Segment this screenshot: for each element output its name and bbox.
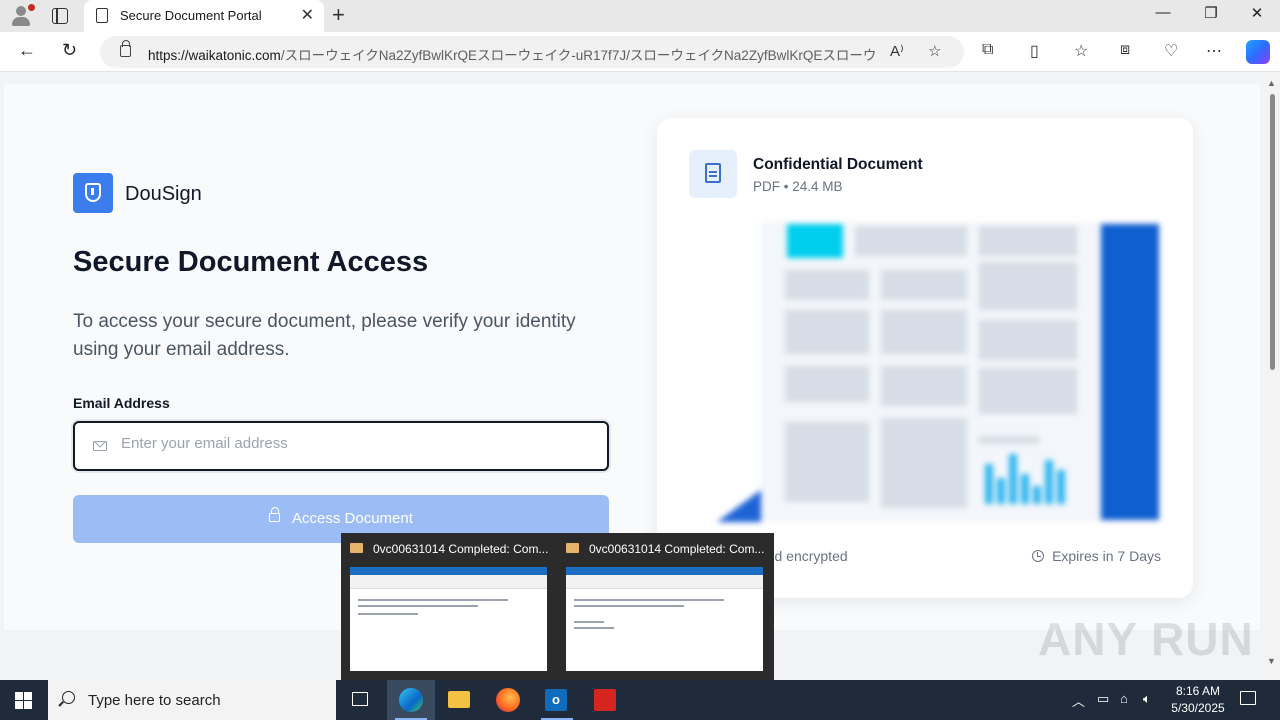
windows-start-icon[interactable] <box>15 692 32 709</box>
extensions-icon[interactable]: ⧉ <box>982 41 993 59</box>
outlook-icon[interactable]: o <box>533 680 581 720</box>
page-subtext: To access your secure document, please v… <box>73 311 576 360</box>
collections-icon[interactable]: ⧈ <box>1120 41 1130 59</box>
expiry-note: Expires in 7 Days <box>1032 548 1161 564</box>
tab-actions-icon[interactable] <box>52 8 68 24</box>
system-clock[interactable]: 8:16 AM 5/30/2025 <box>1168 683 1228 717</box>
mail-envelope-icon <box>566 543 579 553</box>
more-icon[interactable]: ⋯ <box>1206 41 1222 61</box>
windows-taskbar: Type here to search o ︿ ▭ ⌂ 🔈︎ 8:16 AM 5… <box>0 680 1280 720</box>
search-icon <box>62 691 75 704</box>
favorite-star-icon[interactable]: ☆ <box>928 42 941 60</box>
page-icon <box>96 8 108 23</box>
clock-time: 8:16 AM <box>1175 684 1221 698</box>
thumbnail-preview <box>566 567 763 671</box>
mail-envelope-icon <box>350 543 363 553</box>
split-screen-icon[interactable]: ▯ <box>1030 41 1039 61</box>
thumbnail-preview <box>350 567 547 671</box>
access-document-label: Access Document <box>292 510 413 527</box>
browser-essentials-icon[interactable]: ♡ <box>1164 41 1178 61</box>
tab-title: Secure Document Portal <box>120 8 262 23</box>
scroll-thumb[interactable] <box>1270 94 1275 370</box>
document-title: Confidential Document <box>753 156 923 173</box>
mail-icon <box>93 441 107 451</box>
lock-icon <box>269 507 280 522</box>
document-icon <box>689 150 737 198</box>
url-text[interactable]: https://waikatonic.com/スローウェイクNa2ZyfBwlK… <box>148 44 878 64</box>
minimize-icon[interactable]: — <box>1140 4 1186 21</box>
scroll-down-icon[interactable]: ▼ <box>1267 656 1276 666</box>
edge-icon[interactable] <box>387 680 435 720</box>
firefox-icon[interactable] <box>484 680 532 720</box>
acrobat-icon[interactable] <box>582 680 630 720</box>
maximize-icon[interactable]: ❐ <box>1188 4 1234 22</box>
read-aloud-icon[interactable]: A⁾ <box>890 42 904 60</box>
chevron-up-icon[interactable]: ︿ <box>1072 691 1085 710</box>
scrollbar[interactable]: ▲ ▼ <box>1264 72 1280 680</box>
network-icon[interactable]: ⌂ <box>1120 691 1128 706</box>
document-meta: PDF • 24.4 MB <box>753 179 843 194</box>
email-input[interactable] <box>121 435 591 452</box>
browser-toolbar: ← ↻ https://waikatonic.com/スローウェイクNa2Zyf… <box>0 32 1280 72</box>
battery-icon[interactable]: ▭ <box>1097 691 1109 707</box>
profile-icon[interactable] <box>8 4 35 28</box>
address-bar[interactable]: https://waikatonic.com/スローウェイクNa2ZyfBwlK… <box>100 36 964 68</box>
taskbar-thumbnail-popup: 0vc00631014 Completed: Com... 0vc0063101… <box>341 533 774 680</box>
anyrun-watermark: ANY RUN <box>1038 613 1254 665</box>
document-card: Confidential Document PDF • 24.4 MB End-… <box>657 118 1193 598</box>
browser-tab-bar: Secure Document Portal ✕ + — ❐ ✕ <box>0 0 1280 32</box>
close-icon[interactable]: ✕ <box>301 5 314 25</box>
back-icon[interactable]: ← <box>18 40 36 61</box>
shield-logo-icon <box>73 173 113 213</box>
new-tab-icon[interactable]: + <box>332 2 345 28</box>
window-thumbnail[interactable]: 0vc00631014 Completed: Com... <box>341 533 557 680</box>
favorites-icon[interactable]: ☆ <box>1074 41 1088 61</box>
file-explorer-icon[interactable] <box>435 680 483 720</box>
window-close-icon[interactable]: ✕ <box>1234 4 1280 22</box>
taskbar-search[interactable]: Type here to search <box>48 680 336 720</box>
brand-name: DouSign <box>125 183 202 205</box>
clock-date: 5/30/2025 <box>1171 701 1225 715</box>
thumbnail-title: 0vc00631014 Completed: Com... <box>373 542 549 556</box>
document-preview <box>689 222 1161 522</box>
expiry-text: Expires in 7 Days <box>1052 548 1161 564</box>
email-field[interactable] <box>73 421 609 471</box>
volume-icon[interactable]: 🔈︎ <box>1143 691 1151 707</box>
lock-icon[interactable] <box>120 40 131 57</box>
copilot-icon[interactable] <box>1246 40 1270 64</box>
page-heading: Secure Document Access <box>73 246 429 278</box>
notification-icon[interactable] <box>1240 691 1256 705</box>
scroll-up-icon[interactable]: ▲ <box>1267 78 1276 88</box>
search-placeholder: Type here to search <box>88 692 221 709</box>
task-view-icon[interactable] <box>336 680 384 720</box>
browser-tab[interactable]: Secure Document Portal ✕ <box>84 0 324 32</box>
clock-icon <box>1032 550 1045 562</box>
thumbnail-title: 0vc00631014 Completed: Com... <box>589 542 765 556</box>
email-label: Email Address <box>73 395 170 411</box>
refresh-icon[interactable]: ↻ <box>62 40 77 61</box>
window-thumbnail[interactable]: 0vc00631014 Completed: Com... <box>557 533 773 680</box>
